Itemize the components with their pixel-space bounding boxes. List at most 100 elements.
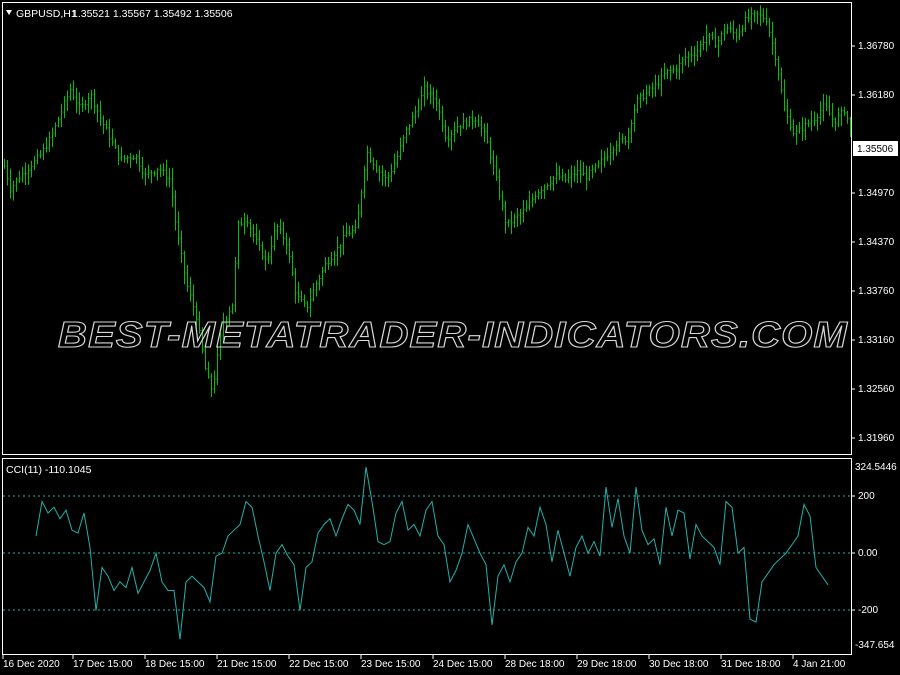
ohlc-bar [33,155,36,170]
cci-tick: -200 [858,605,878,616]
ohlc-bar [567,169,570,184]
ohlc-bar [168,167,171,188]
ohlc-bar [372,157,375,170]
ohlc-bar [336,236,339,266]
ohlc-bar [192,284,195,316]
ohlc-bar [42,143,45,161]
ohlc-bar [807,119,810,128]
ohlc-bar [549,176,552,191]
ohlc-bar [258,229,261,252]
time-tick: 18 Dec 15:00 [145,659,205,670]
ohlc-bar [600,149,603,173]
main-chart-frame [2,2,852,455]
ohlc-bar [624,135,627,146]
ohlc-bar [207,361,210,379]
ohlc-bar [627,127,630,150]
price-tick: 1.34370 [858,237,895,248]
ohlc-bar [480,116,483,137]
ohlc-bar [141,156,144,180]
ohlc-bar [651,82,654,98]
ohlc-bar [738,24,741,41]
ohlc-bar [816,113,819,131]
ohlc-bar [84,99,87,111]
time-tick: 4 Jan 21:00 [793,659,846,670]
ohlc-bar [519,208,522,225]
dropdown-triangle-icon[interactable] [6,10,12,15]
ohlc-bar [477,114,480,127]
indicator-axis[interactable]: 324.5446 200 0.00 -200 -347.654 [851,462,897,651]
ohlc-bar [213,370,216,394]
ohlc-bar [294,268,297,304]
ohlc-bar [39,150,42,159]
ohlc-bar [489,136,492,165]
ohlc-bar [402,134,405,153]
price-tick: 1.36780 [858,41,895,52]
ohlc-bar [462,112,465,129]
time-tick: 31 Dec 18:00 [721,659,781,670]
cci-tick: 0.00 [858,548,878,559]
ohlc-bar [15,177,18,192]
ohlc-bar [579,160,582,183]
ohlc-bar [6,160,9,186]
ohlc-bar [717,36,720,58]
ohlc-bar [588,165,591,181]
ohlc-bar [345,222,348,238]
ohlc-bar [417,98,420,118]
ohlc-bar [663,63,666,80]
ohlc-bar [585,165,588,190]
ohlc-bar [570,165,573,188]
ohlc-bar [762,8,765,23]
ohlc-bar [129,152,132,168]
ohlc-bar [690,46,693,63]
ohlc-bar [420,86,423,111]
ohlc-bar [795,124,798,145]
ohlc-bar [573,165,576,182]
ohlc-bar [324,257,327,274]
ohlc-bar [702,36,705,51]
ohlc-bar [510,211,513,235]
ohlc-bar [501,190,504,211]
ohlc-bar [378,165,381,182]
ohlc-bar [423,76,426,107]
ohlc-bar [291,251,294,277]
ohlc-bar [555,162,558,184]
time-tick: 17 Dec 15:00 [73,659,133,670]
ohlc-bar [606,147,609,162]
ohlc-bar [438,98,441,121]
ohlc-bar [237,220,240,269]
ohlc-bar [471,110,474,130]
ohlc-bar [156,167,159,181]
ohlc-bar [48,131,51,153]
ohlc-bar [834,117,837,132]
cci-tick: 324.5446 [855,462,897,473]
ohlc-bar [261,241,264,261]
ohlc-bar [111,128,114,146]
ohlc-bar [249,218,252,238]
ohlc-bar [753,10,756,23]
ohlc-bar [684,47,687,66]
time-tick: 22 Dec 15:00 [289,659,349,670]
ohlc-bar [609,142,612,165]
ohlc-bar [210,373,213,397]
ohlc-bar [759,5,762,26]
ohlc-bar [36,149,39,165]
ohlc-bar [393,153,396,175]
price-axis[interactable]: 1.36780 1.36180 1.34970 1.34370 1.33760 … [851,41,898,444]
chart-window[interactable]: BEST-METATRADER-INDICATORS.COM GBPUSD,H1… [0,0,900,675]
ohlc-bar [66,90,69,111]
ohlc-bar [450,130,453,151]
ohlc-bar [525,200,528,212]
ohlc-bar [441,106,444,132]
ohlc-bar [147,164,150,179]
ohlc-bar [630,119,633,143]
ohlc-bar [342,225,345,256]
ohlc-bar [240,217,243,227]
ohlc-bar [546,183,549,191]
ohlc-bar [276,223,279,240]
ohlc-bar [618,131,621,153]
ohlc-bar [30,160,33,178]
ohlc-bar [45,137,48,153]
ohlc-bar [621,133,624,144]
ohlc-values: 1.35521 1.35567 1.35492 1.35506 [72,8,233,20]
time-axis[interactable]: 16 Dec 2020 17 Dec 15:00 18 Dec 15:00 21… [2,655,846,670]
